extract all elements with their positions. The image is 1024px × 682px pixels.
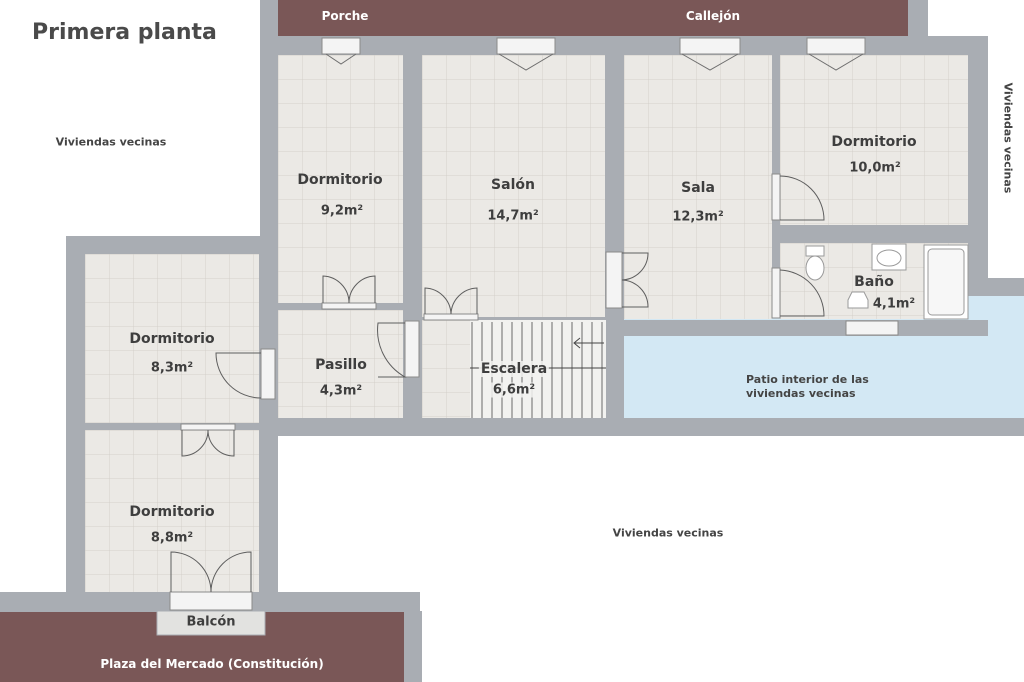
street-label-callejon: Callejón bbox=[685, 9, 741, 23]
room-area-sala: 12,3m² bbox=[672, 209, 724, 225]
room-area-dormitorio-3: 8,3m² bbox=[150, 360, 194, 376]
window-salon bbox=[496, 37, 556, 55]
toilet bbox=[805, 245, 825, 281]
room-area-dormitorio-1: 9,2m² bbox=[320, 203, 364, 219]
sink bbox=[871, 243, 907, 271]
bathtub bbox=[923, 244, 969, 320]
street-label-porche: Porche bbox=[321, 9, 369, 23]
window-dormitorio-2 bbox=[806, 37, 866, 55]
room-area-pasillo: 4,3m² bbox=[319, 383, 363, 399]
room-label-bano: Baño bbox=[854, 274, 894, 290]
street-label-plaza: Plaza del Mercado (Constitución) bbox=[100, 657, 324, 671]
neighbor-label-left: Viviendas vecinas bbox=[55, 135, 167, 149]
neighbor-label-bottom: Viviendas vecinas bbox=[612, 526, 724, 540]
neighbor-label-right: Viviendas vecinas bbox=[1001, 82, 1015, 194]
bidet bbox=[847, 291, 869, 309]
window-sala bbox=[679, 37, 741, 55]
patio-label: Patio interior de las viviendas vecinas bbox=[746, 373, 869, 401]
balcony-label: Balcón bbox=[186, 614, 236, 630]
room-area-escalera: 6,6m² bbox=[490, 382, 538, 398]
room-area-bano: 4,1m² bbox=[872, 296, 916, 312]
room-label-sala: Sala bbox=[681, 180, 715, 196]
room-label-salon: Salón bbox=[491, 177, 535, 193]
room-label-dormitorio-1: Dormitorio bbox=[297, 172, 383, 188]
window-dormitorio-1 bbox=[321, 37, 361, 55]
room-label-dormitorio-4: Dormitorio bbox=[129, 504, 215, 520]
room-label-dormitorio-3: Dormitorio bbox=[129, 331, 215, 347]
room-area-salon: 14,7m² bbox=[487, 208, 539, 224]
room-label-dormitorio-2: Dormitorio bbox=[831, 134, 917, 150]
room-label-pasillo: Pasillo bbox=[315, 357, 367, 373]
room-area-dormitorio-2: 10,0m² bbox=[849, 160, 901, 176]
patio-label-line2: viviendas vecinas bbox=[746, 387, 856, 400]
room-area-dormitorio-4: 8,8m² bbox=[150, 530, 194, 546]
patio-label-line1: Patio interior de las bbox=[746, 373, 869, 386]
room-label-escalera: Escalera bbox=[478, 361, 550, 377]
